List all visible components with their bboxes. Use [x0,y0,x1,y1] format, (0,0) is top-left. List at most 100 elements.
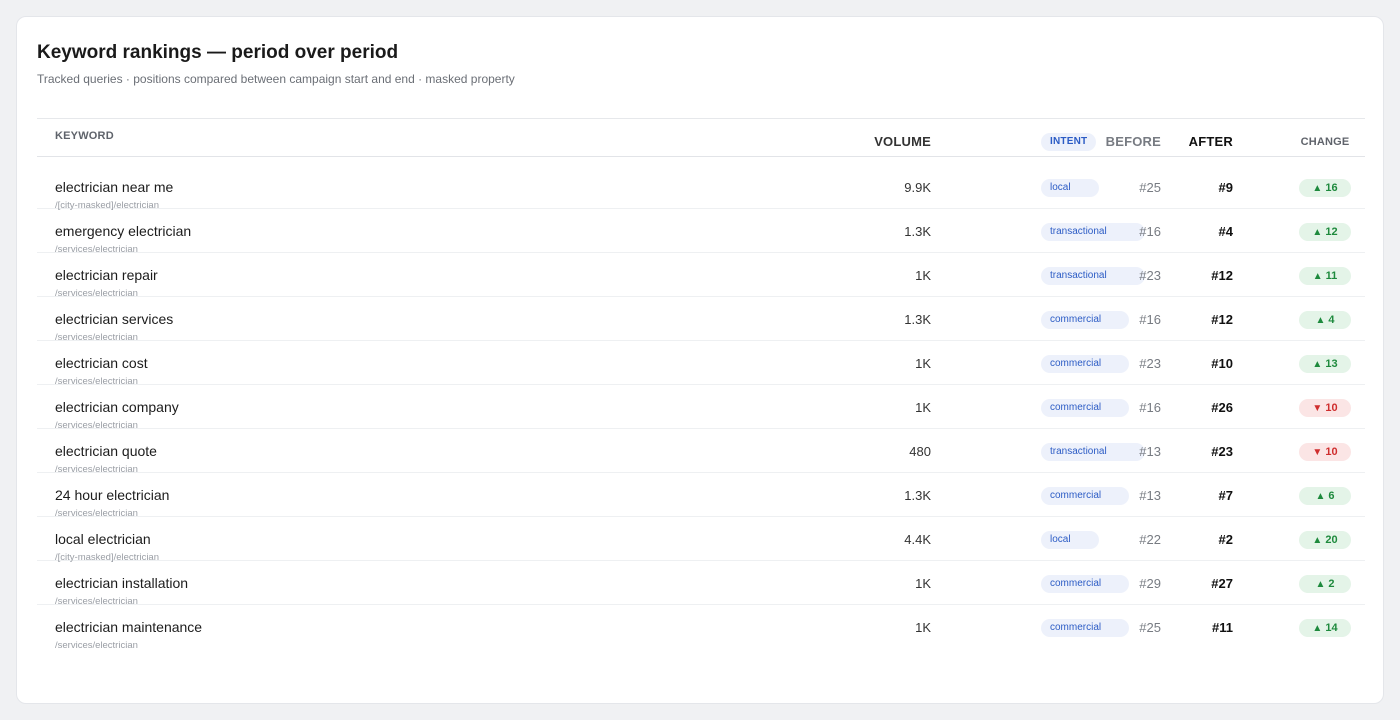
keyword-text: 24 hour electrician [55,487,170,503]
keyword-text: emergency electrician [55,223,192,239]
search-volume: 9.9K [904,180,931,195]
table-body: electrician near me/[city-masked]/electr… [37,157,1365,651]
keyword-text: electrician repair [55,267,158,283]
rank-before: #25 [1139,620,1161,635]
column-header-before[interactable]: BEFORE [1106,134,1161,149]
rank-after: #10 [1211,356,1233,371]
rank-change-badge: ▲ 4 [1299,311,1351,329]
rank-change-badge: ▲ 12 [1299,223,1351,241]
rank-after: #11 [1212,620,1233,635]
rank-change-value: 16 [1325,182,1338,194]
table-row[interactable]: electrician repair/services/electrician 1… [37,253,1365,299]
rank-after: #26 [1211,400,1233,415]
rank-change-value: 20 [1325,534,1338,546]
table-row[interactable]: local electrician/[city-masked]/electric… [37,517,1365,563]
arrow-up-icon: ▲ [1312,183,1323,194]
rank-after: #2 [1218,532,1233,547]
search-volume: 480 [909,444,931,459]
keyword-text: electrician near me [55,179,174,195]
table-header: KEYWORD VOLUME INTENT BEFORE AFTER CHANG… [37,119,1365,157]
rank-after: #12 [1211,312,1233,327]
search-volume: 1.3K [904,488,931,503]
table-row[interactable]: electrician maintenance/services/electri… [37,605,1365,651]
table-row[interactable]: electrician cost/services/electrician 1K c… [37,341,1365,387]
rank-change-badge: ▲ 11 [1299,267,1351,285]
rank-after: #4 [1218,224,1233,239]
rank-change-value: 14 [1325,622,1338,634]
rank-before: #29 [1139,576,1161,591]
rank-change-value: 10 [1325,402,1338,414]
rank-before: #16 [1139,312,1161,327]
search-volume: 1.3K [904,224,931,239]
keyword-text: electrician cost [55,355,148,371]
column-header-intent[interactable]: INTENT [1041,133,1097,151]
intent-badge: commercial [1041,487,1129,505]
intent-badge: local [1041,531,1099,549]
search-volume: 1K [915,268,931,283]
table-row[interactable]: 24 hour electrician/services/electrician… [37,473,1365,519]
rank-change-value: 10 [1325,446,1338,458]
intent-badge: commercial [1041,399,1129,417]
keyword-text: electrician company [55,399,179,415]
rank-change-value: 2 [1328,578,1335,590]
search-volume: 1K [915,620,931,635]
rankings-table: KEYWORD VOLUME INTENT BEFORE AFTER CHANG… [37,118,1365,651]
rank-before: #13 [1139,444,1161,459]
arrow-up-icon: ▲ [1315,315,1326,326]
rank-after: #9 [1218,180,1233,195]
arrow-up-icon: ▲ [1312,359,1323,370]
rank-change-badge: ▲ 20 [1299,531,1351,549]
table-row[interactable]: electrician quote/services/electrician 48… [37,429,1365,475]
search-volume: 4.4K [904,532,931,547]
rank-change-badge: ▼ 10 [1299,399,1351,417]
arrow-down-icon: ▼ [1312,403,1323,414]
rank-after: #23 [1211,444,1233,459]
arrow-up-icon: ▲ [1312,623,1323,634]
rank-change-value: 11 [1325,270,1338,282]
intent-badge: transactional [1041,223,1145,241]
rank-change-value: 12 [1325,226,1338,238]
rank-change-value: 13 [1325,358,1338,370]
rank-change-badge: ▲ 6 [1299,487,1351,505]
search-volume: 1K [915,400,931,415]
rank-change-badge: ▲ 13 [1299,355,1351,373]
table-row[interactable]: electrician services/services/electricia… [37,297,1365,343]
rank-change-value: 4 [1328,314,1335,326]
column-header-volume[interactable]: VOLUME [874,134,931,149]
rank-after: #7 [1218,488,1233,503]
rank-before: #16 [1139,400,1161,415]
arrow-up-icon: ▲ [1315,579,1326,590]
rank-before: #23 [1139,356,1161,371]
rank-before: #16 [1139,224,1161,239]
rank-change-badge: ▲ 16 [1299,179,1351,197]
intent-badge: commercial [1041,575,1129,593]
keyword-text: electrician installation [55,575,189,591]
column-header-change[interactable]: CHANGE [1299,133,1351,151]
arrow-up-icon: ▲ [1312,535,1323,546]
intent-badge: commercial [1041,355,1129,373]
arrow-down-icon: ▼ [1312,447,1323,458]
search-volume: 1K [915,356,931,371]
rank-before: #25 [1139,180,1161,195]
intent-badge: local [1041,179,1099,197]
rank-change-value: 6 [1328,490,1335,502]
intent-badge: commercial [1041,311,1129,329]
table-row[interactable]: electrician company/services/electrician… [37,385,1365,431]
rankings-card: Keyword rankings — period over period Tr… [16,16,1384,704]
column-header-after[interactable]: AFTER [1189,134,1233,149]
rank-before: #22 [1139,532,1161,547]
page-title: Keyword rankings — period over period [37,42,399,63]
keyword-text: electrician services [55,311,174,327]
rank-change-badge: ▲ 14 [1299,619,1351,637]
arrow-up-icon: ▲ [1312,227,1323,238]
keyword-text: electrician maintenance [55,619,203,635]
table-row[interactable]: emergency electrician/services/electrici… [37,209,1365,255]
rank-after: #12 [1211,268,1233,283]
arrow-up-icon: ▲ [1312,271,1323,282]
table-row[interactable]: electrician installation/services/electr… [37,561,1365,607]
table-row[interactable]: electrician near me/[city-masked]/electr… [37,165,1365,211]
arrow-up-icon: ▲ [1315,491,1326,502]
rank-change-badge: ▲ 2 [1299,575,1351,593]
rank-before: #23 [1139,268,1161,283]
column-header-keyword[interactable]: KEYWORD [55,130,114,142]
